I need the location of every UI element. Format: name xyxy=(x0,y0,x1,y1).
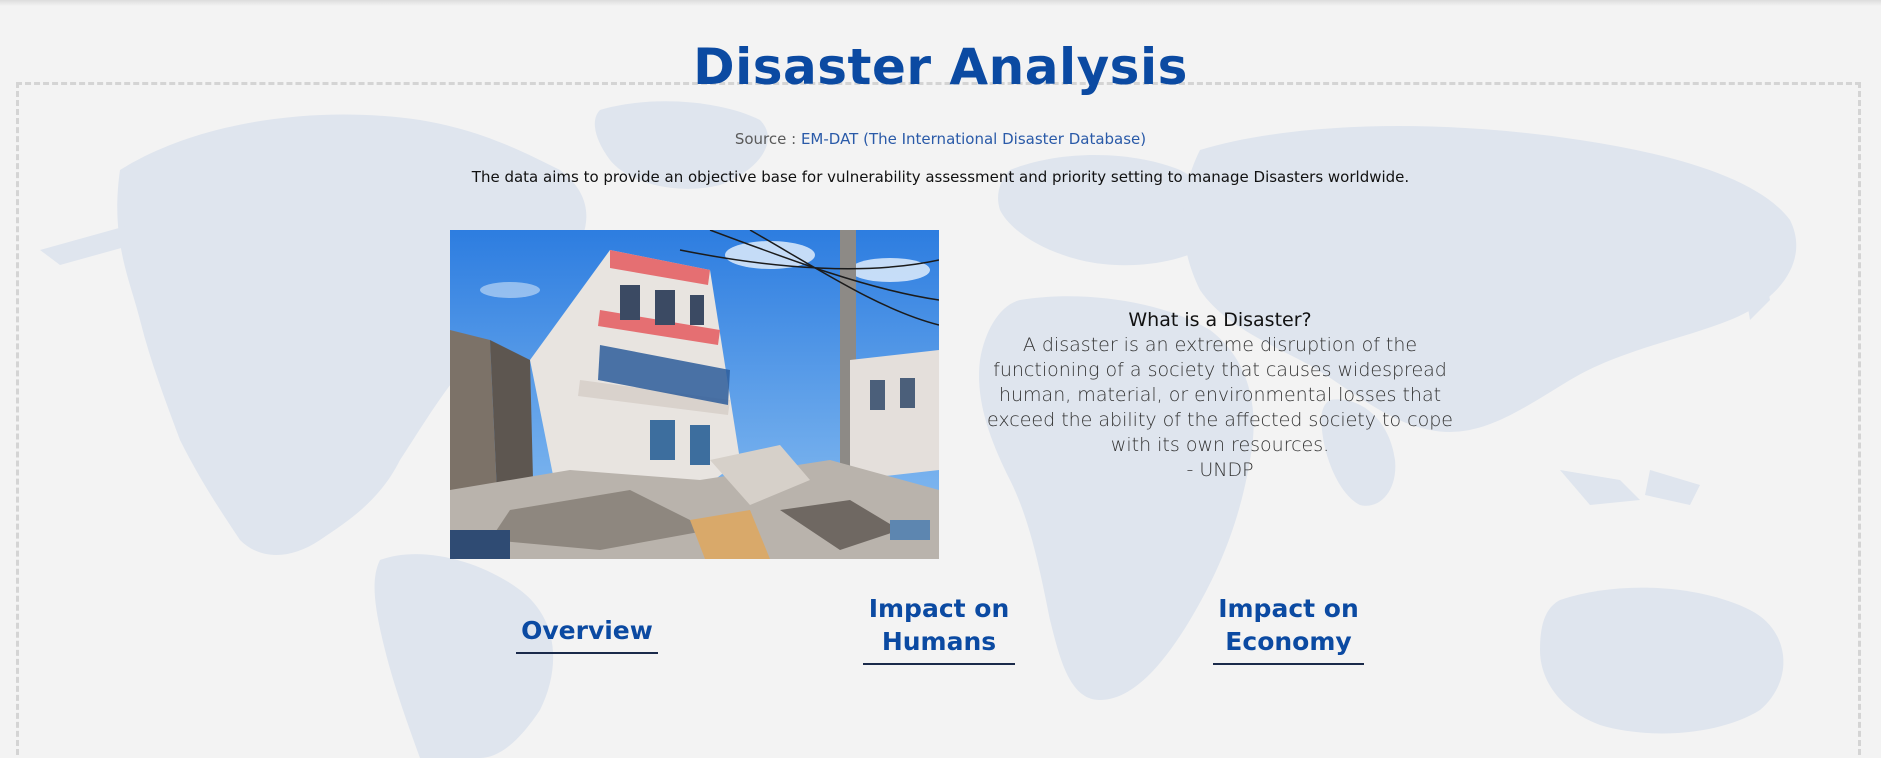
definition-line: with its own resources. xyxy=(1110,434,1330,456)
tagline: The data aims to provide an objective ba… xyxy=(471,168,1410,186)
collapsed-building-photo xyxy=(450,230,939,559)
impact-on-humans-link[interactable]: Impact on Humans xyxy=(863,592,1015,665)
definition-question: What is a Disaster? xyxy=(1128,309,1312,331)
source-link[interactable]: EM-DAT (The International Disaster Datab… xyxy=(801,130,1146,148)
humans-label-line1: Impact on xyxy=(868,594,1010,623)
humans-label-line2: Humans xyxy=(881,627,997,656)
economy-label-line2: Economy xyxy=(1225,627,1352,656)
definition-line: A disaster is an extreme disruption of t… xyxy=(1022,334,1418,356)
impact-on-economy-link[interactable]: Impact on Economy xyxy=(1213,592,1364,665)
humans-underline xyxy=(863,663,1015,665)
overview-link[interactable]: Overview xyxy=(516,614,658,654)
disaster-definition: What is a Disaster? A disaster is an ext… xyxy=(985,308,1455,483)
definition-line: human, material, or environmental losses… xyxy=(998,384,1442,406)
definition-line: exceed the ability of the affected socie… xyxy=(987,409,1453,431)
definition-attribution: - UNDP xyxy=(1186,459,1254,481)
overview-label: Overview xyxy=(521,616,653,645)
page: Disaster Analysis Source : EM-DAT (The I… xyxy=(0,0,1881,758)
overview-underline xyxy=(516,652,658,654)
source-line: Source : EM-DAT (The International Disas… xyxy=(0,130,1881,148)
source-label: Source : xyxy=(734,130,801,148)
economy-label-line1: Impact on xyxy=(1218,594,1359,623)
page-title: Disaster Analysis xyxy=(693,38,1188,96)
economy-underline xyxy=(1213,663,1364,665)
definition-line: functioning of a society that causes wid… xyxy=(993,359,1447,381)
